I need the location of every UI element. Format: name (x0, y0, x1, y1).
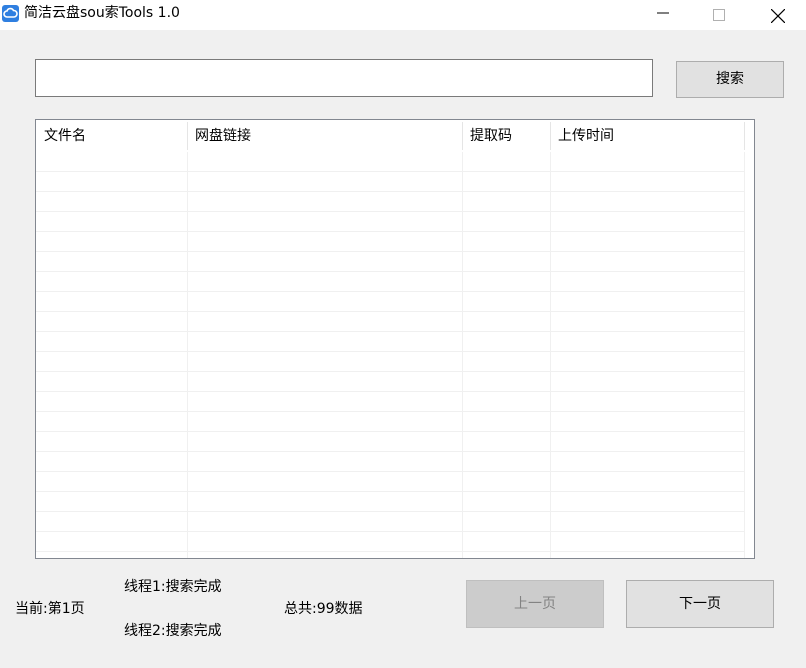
next-page-button[interactable]: 下一页 (626, 580, 774, 628)
grid-column-line (744, 152, 745, 558)
window-title: 简洁云盘sou索Tools 1.0 (24, 5, 180, 21)
grid-row-line (36, 431, 744, 432)
column-header-filename[interactable]: 文件名 (36, 120, 187, 152)
minimize-icon (657, 12, 669, 14)
grid-row-line (36, 351, 744, 352)
grid-row-line (36, 251, 744, 252)
total-count-label: 总共:99数据 (284, 601, 363, 617)
grid-row-line (36, 271, 744, 272)
column-header-code[interactable]: 提取码 (462, 120, 550, 152)
grid-row-line (36, 451, 744, 452)
grid-row-line (36, 291, 744, 292)
maximize-button[interactable] (696, 0, 742, 30)
grid-row-line (36, 371, 744, 372)
grid-row-line (36, 471, 744, 472)
grid-row-line (36, 211, 744, 212)
table-header: 文件名 网盘链接 提取码 上传时间 (36, 120, 754, 152)
column-header-upload-time[interactable]: 上传时间 (550, 120, 744, 152)
grid-column-line (462, 152, 463, 558)
close-button[interactable] (754, 0, 800, 30)
grid-column-line (187, 152, 188, 558)
column-header-link[interactable]: 网盘链接 (187, 120, 462, 152)
close-icon (771, 9, 785, 23)
cloud-icon (2, 5, 19, 22)
grid-row-line (36, 391, 744, 392)
grid-row-line (36, 511, 744, 512)
prev-page-button[interactable]: 上一页 (466, 580, 604, 628)
grid-row-line (36, 171, 744, 172)
minimize-button[interactable] (640, 0, 686, 30)
grid-row-line (36, 191, 744, 192)
grid-row-line (36, 491, 744, 492)
thread1-status: 线程1:搜索完成 (124, 579, 222, 595)
grid-row-line (36, 231, 744, 232)
grid-column-line (550, 152, 551, 558)
current-page-label: 当前:第1页 (15, 601, 85, 617)
search-input[interactable] (35, 59, 653, 97)
grid-row-line (36, 551, 744, 552)
thread2-status: 线程2:搜索完成 (124, 623, 222, 639)
results-table[interactable]: 文件名 网盘链接 提取码 上传时间 (35, 119, 755, 559)
grid-row-line (36, 411, 744, 412)
column-divider[interactable] (744, 122, 745, 150)
grid-row-line (36, 531, 744, 532)
maximize-icon (713, 9, 725, 21)
grid-row-line (36, 331, 744, 332)
grid-row-line (36, 311, 744, 312)
title-bar: 简洁云盘sou索Tools 1.0 (0, 0, 806, 30)
search-button[interactable]: 搜索 (676, 61, 784, 98)
